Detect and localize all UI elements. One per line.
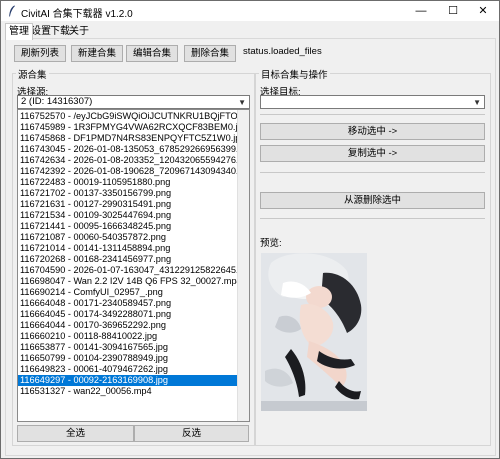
source-file-list-items: 116752570 - /eyJCbG9iSWQiOiJCUTNKRU1BQjF… xyxy=(18,111,238,397)
list-item[interactable]: 116698047 - Wan 2.2 I2V 14B Q6 FPS 32_00… xyxy=(18,276,238,287)
status-text: status.loaded_files xyxy=(243,46,322,57)
new-collection-button[interactable]: 新建合集 xyxy=(71,45,123,62)
list-item[interactable]: 116721534 - 00109-3025447694.png xyxy=(18,210,238,221)
chevron-down-icon[interactable]: ▼ xyxy=(238,97,246,109)
feather-icon xyxy=(9,5,15,17)
refresh-list-button[interactable]: 刷新列表 xyxy=(14,45,66,62)
title-bar[interactable]: CivitAI 合集下载器 v1.2.0 — ☐ ✕ xyxy=(1,1,499,21)
separator xyxy=(260,172,485,173)
list-item[interactable]: 116653877 - 00141-3094167565.jpg xyxy=(18,342,238,353)
list-item[interactable]: 116649823 - 00061-4079467262.jpg xyxy=(18,364,238,375)
window-title: CivitAI 合集下载器 v1.2.0 xyxy=(21,9,133,20)
list-item[interactable]: 116721631 - 00127-2990315491.png xyxy=(18,199,238,210)
chevron-down-icon[interactable]: ▼ xyxy=(473,97,481,109)
maximize-button[interactable]: ☐ xyxy=(437,1,469,21)
target-group-title: 目标合集与操作 xyxy=(259,67,330,81)
source-combobox[interactable]: 2 (ID: 14316307) ▼ xyxy=(17,95,250,109)
source-file-list[interactable]: 116752570 - /eyJCbG9iSWQiOiJCUTNKRU1BQjF… xyxy=(17,109,250,422)
remove-from-source-button[interactable]: 从源删除选中 xyxy=(260,192,485,209)
list-item[interactable]: 116650799 - 00104-2390788949.jpg xyxy=(18,353,238,364)
delete-collection-button[interactable]: 删除合集 xyxy=(184,45,236,62)
list-item[interactable]: 116721702 - 00137-3350156799.png xyxy=(18,188,238,199)
separator xyxy=(260,218,485,219)
target-combobox[interactable]: ▼ xyxy=(260,95,485,109)
edit-collection-button[interactable]: 编辑合集 xyxy=(126,45,178,62)
list-item[interactable]: 116649297 - 00092-2163169908.jpg xyxy=(18,375,238,386)
list-item[interactable]: 116742392 - 2026-01-08-190628_7209671430… xyxy=(18,166,238,177)
list-item[interactable]: 116664045 - 00174-3492288071.png xyxy=(18,309,238,320)
list-scrollbar[interactable] xyxy=(237,110,249,421)
list-item[interactable]: 116531327 - wan22_00056.mp4 xyxy=(18,386,238,397)
invert-selection-button[interactable]: 反选 xyxy=(134,425,249,442)
list-item[interactable]: 116664044 - 00170-369652292.png xyxy=(18,320,238,331)
list-item[interactable]: 116721014 - 00141-1311458894.png xyxy=(18,243,238,254)
list-item[interactable]: 116721087 - 00060-540357872.png xyxy=(18,232,238,243)
list-item[interactable]: 116742634 - 2026-01-08-203352_1204320655… xyxy=(18,155,238,166)
list-item[interactable]: 116720268 - 00168-2341456977.png xyxy=(18,254,238,265)
list-item[interactable]: 116664048 - 00171-2340589457.png xyxy=(18,298,238,309)
preview-label: 预览: xyxy=(260,238,282,249)
separator xyxy=(260,114,485,115)
source-combobox-value: 2 (ID: 14316307) xyxy=(21,96,93,107)
minimize-button[interactable]: — xyxy=(405,1,437,21)
move-selected-button[interactable]: 移动选中 -> xyxy=(260,123,485,140)
tab-about[interactable]: 关于 xyxy=(66,25,92,39)
select-all-button[interactable]: 全选 xyxy=(17,425,134,442)
list-item[interactable]: 116704590 - 2026-01-07-163047_4312291258… xyxy=(18,265,238,276)
list-item[interactable]: 116660210 - 00118-88410022.jpg xyxy=(18,331,238,342)
list-item[interactable]: 116722483 - 00019-1105951880.png xyxy=(18,177,238,188)
source-group-title: 源合集 xyxy=(16,67,49,81)
tab-manage[interactable]: 管理 xyxy=(5,23,33,40)
preview-image xyxy=(261,253,367,411)
list-item[interactable]: 116721441 - 00095-1666348245.png xyxy=(18,221,238,232)
list-item[interactable]: 116745989 - 1R3FPMYG4VWA62RCXQCF83BEM0.j… xyxy=(18,122,238,133)
list-item[interactable]: 116690214 - ComfyUI_02957_.png xyxy=(18,287,238,298)
list-item[interactable]: 116745868 - DF1PMD7N4RS83ENPQYFTC5Z1W0.j… xyxy=(18,133,238,144)
close-button[interactable]: ✕ xyxy=(467,1,499,21)
tab-bar: 管理 设置 下载 关于 xyxy=(1,22,499,40)
list-item[interactable]: 116752570 - /eyJCbG9iSWQiOiJCUTNKRU1BQjF… xyxy=(18,111,238,122)
copy-selected-button[interactable]: 复制选中 -> xyxy=(260,145,485,162)
app-window: CivitAI 合集下载器 v1.2.0 — ☐ ✕ 管理 设置 下载 关于 刷… xyxy=(0,0,500,459)
list-item[interactable]: 116743045 - 2026-01-08-135053_6785292669… xyxy=(18,144,238,155)
